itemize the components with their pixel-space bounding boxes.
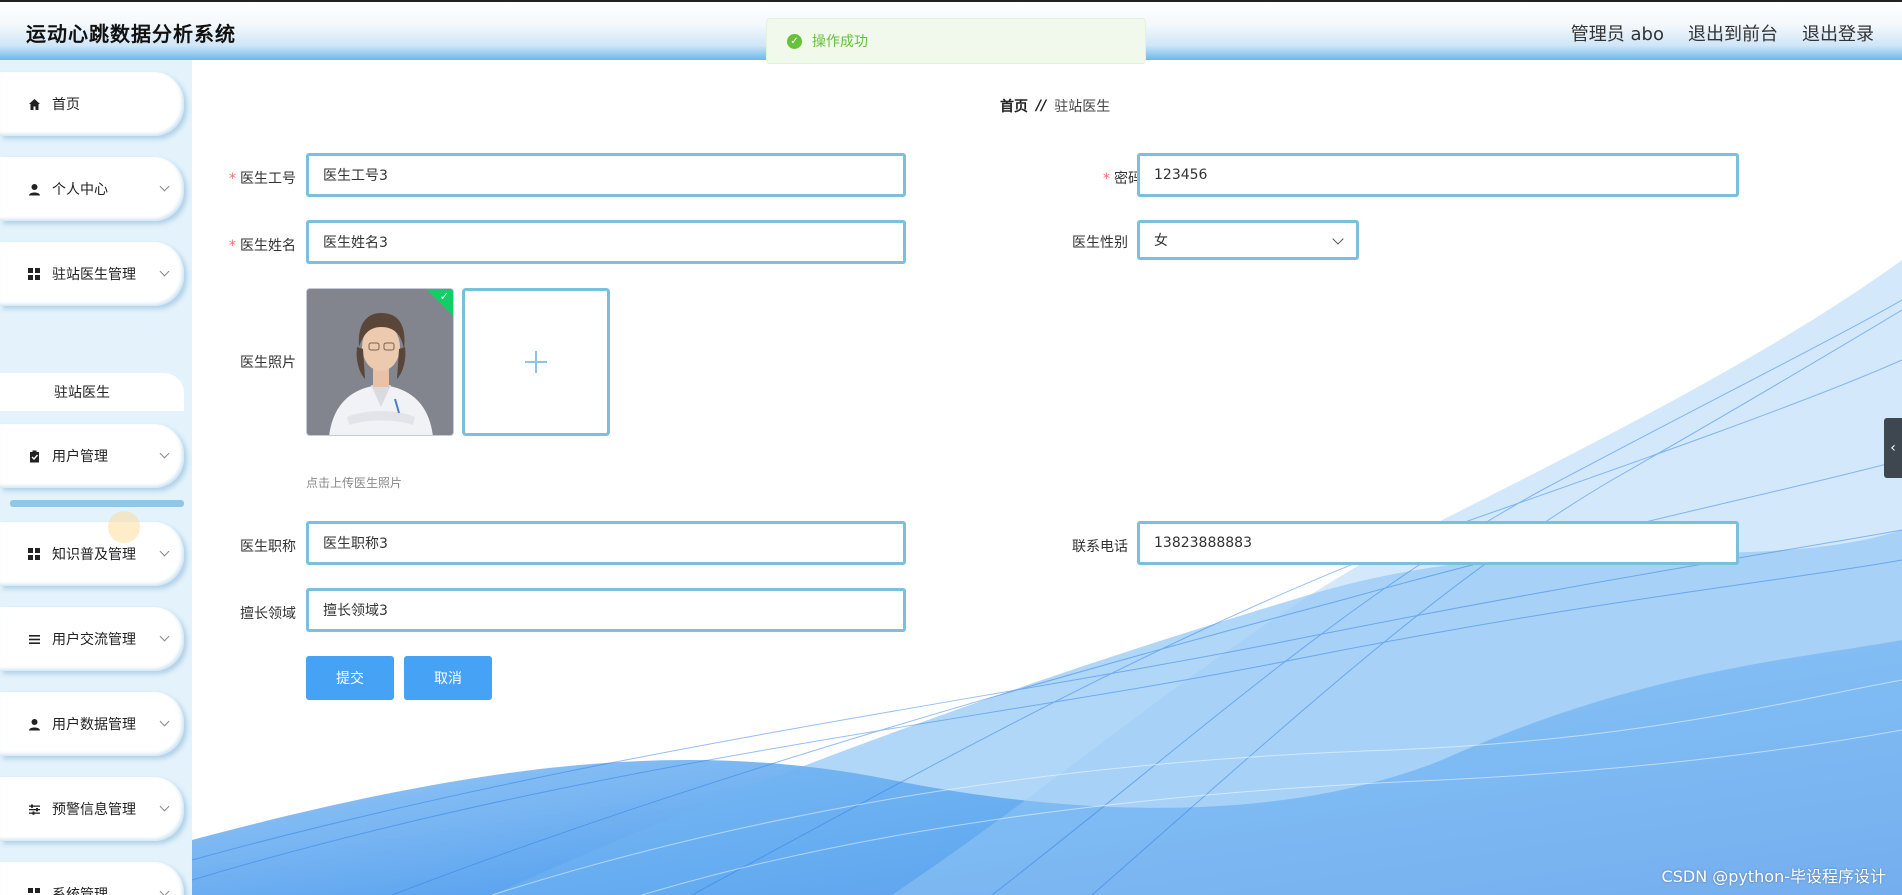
chevron-down-icon (1332, 233, 1344, 245)
clipboard-icon (26, 448, 42, 464)
sidebar-item-label: 预警信息管理 (52, 802, 136, 818)
sidebar-item-label: 知识普及管理 (52, 547, 136, 563)
plus-icon (525, 351, 547, 373)
cursor-highlight (108, 511, 140, 543)
gender-selected-value: 女 (1154, 233, 1168, 249)
sidebar-item-user-management[interactable]: 用户管理 (0, 424, 184, 488)
check-icon: ✓ (439, 290, 449, 303)
specialty-label: 擅长领域 (240, 606, 296, 622)
sidebar-item-personal-center[interactable]: 个人中心 (0, 157, 184, 221)
main-content: 首页 // 驻站医生 * 医生工号 医生工号3 * 密码 123456 * 医生姓名 … (192, 60, 1902, 895)
photo-upload-button[interactable] (462, 288, 610, 436)
header-actions: 管理员 abo 退出到前台 退出登录 (1571, 20, 1874, 46)
user-icon (26, 181, 42, 197)
chevron-down-icon (159, 448, 170, 459)
phone-label: 联系电话 (1072, 539, 1128, 555)
doctor-id-label: * 医生工号 (229, 171, 296, 187)
grid-icon (26, 546, 42, 562)
sidebar-item-label: 用户数据管理 (52, 717, 136, 733)
sidebar: 首页 个人中心 驻站医生管理 驻站医生 用户管理 知识普及管理 用户交流管理 用… (0, 60, 192, 895)
grid-icon (26, 266, 42, 282)
gender-label: 医生性别 (1072, 235, 1128, 251)
password-input[interactable]: 123456 (1137, 153, 1739, 197)
chevron-down-icon (159, 181, 170, 192)
gender-select[interactable]: 女 (1137, 220, 1359, 260)
sidebar-item-user-data-management[interactable]: 用户数据管理 (0, 692, 184, 756)
specialty-input[interactable]: 擅长领域3 (306, 588, 906, 632)
sidebar-item-label: 系统管理 (52, 887, 108, 895)
doctor-name-label: * 医生姓名 (229, 238, 296, 254)
app-title: 运动心跳数据分析系统 (26, 22, 236, 46)
required-mark: * (1103, 171, 1110, 187)
sidebar-item-system-management[interactable]: 系统管理 (0, 862, 184, 895)
required-mark: * (229, 238, 236, 254)
phone-input[interactable]: 13823888883 (1137, 521, 1739, 565)
watermark: CSDN @python-毕设程序设计 (1661, 867, 1886, 886)
sidebar-subitem-doctor[interactable]: 驻站医生 (0, 373, 184, 411)
submit-button[interactable]: 提交 (306, 656, 394, 700)
sidebar-item-label: 个人中心 (52, 182, 108, 198)
password-label: * 密码 (1103, 171, 1142, 187)
chevron-down-icon (159, 716, 170, 727)
breadcrumb-separator: // (1036, 98, 1047, 114)
success-toast: ✓ 操作成功 (766, 18, 1146, 64)
sidebar-item-label: 驻站医生管理 (52, 267, 136, 283)
photo-upload-tip: 点击上传医生照片 (306, 476, 403, 490)
breadcrumb: 首页 // 驻站医生 (1000, 96, 1110, 116)
toast-message: 操作成功 (812, 34, 868, 50)
chevron-down-icon (159, 886, 170, 895)
sidebar-item-home[interactable]: 首页 (0, 72, 184, 136)
doctor-title-input[interactable]: 医生职称3 (306, 521, 906, 565)
logout-link[interactable]: 退出登录 (1802, 20, 1874, 46)
chevron-down-icon (159, 631, 170, 642)
sidebar-item-knowledge-management[interactable]: 知识普及管理 (0, 522, 184, 586)
breadcrumb-home[interactable]: 首页 (1000, 96, 1028, 116)
user-icon (26, 716, 42, 732)
sidebar-item-communication-management[interactable]: 用户交流管理 (0, 607, 184, 671)
list-icon (26, 631, 42, 647)
chevron-down-icon (159, 801, 170, 812)
check-circle-icon: ✓ (787, 33, 802, 49)
chevron-down-icon (159, 546, 170, 557)
sliders-icon (26, 801, 42, 817)
menu-divider (10, 500, 184, 507)
home-icon (26, 96, 42, 112)
back-to-front-link[interactable]: 退出到前台 (1688, 20, 1778, 46)
cancel-button[interactable]: 取消 (404, 656, 492, 700)
doctor-id-input[interactable]: 医生工号3 (306, 153, 906, 197)
doctor-portrait-image (307, 289, 453, 435)
doctor-title-label: 医生职称 (240, 539, 296, 555)
doctor-name-input[interactable]: 医生姓名3 (306, 220, 906, 264)
sidebar-item-label: 用户交流管理 (52, 632, 136, 648)
sidebar-item-doctor-management[interactable]: 驻站医生管理 (0, 242, 184, 306)
sidebar-item-label: 首页 (52, 97, 80, 113)
panel-toggle-button[interactable]: ‹ (1884, 418, 1902, 478)
chevron-left-icon: ‹ (1890, 440, 1896, 456)
required-mark: * (229, 171, 236, 187)
photo-label: 医生照片 (240, 355, 296, 371)
user-label: 管理员 abo (1570, 24, 1664, 45)
sidebar-item-warning-management[interactable]: 预警信息管理 (0, 777, 184, 841)
sidebar-item-label: 用户管理 (52, 449, 108, 465)
grid-icon (26, 886, 42, 895)
chevron-down-icon (159, 266, 170, 277)
breadcrumb-current: 驻站医生 (1054, 99, 1111, 115)
doctor-photo-thumbnail[interactable]: ✓ (306, 288, 454, 436)
